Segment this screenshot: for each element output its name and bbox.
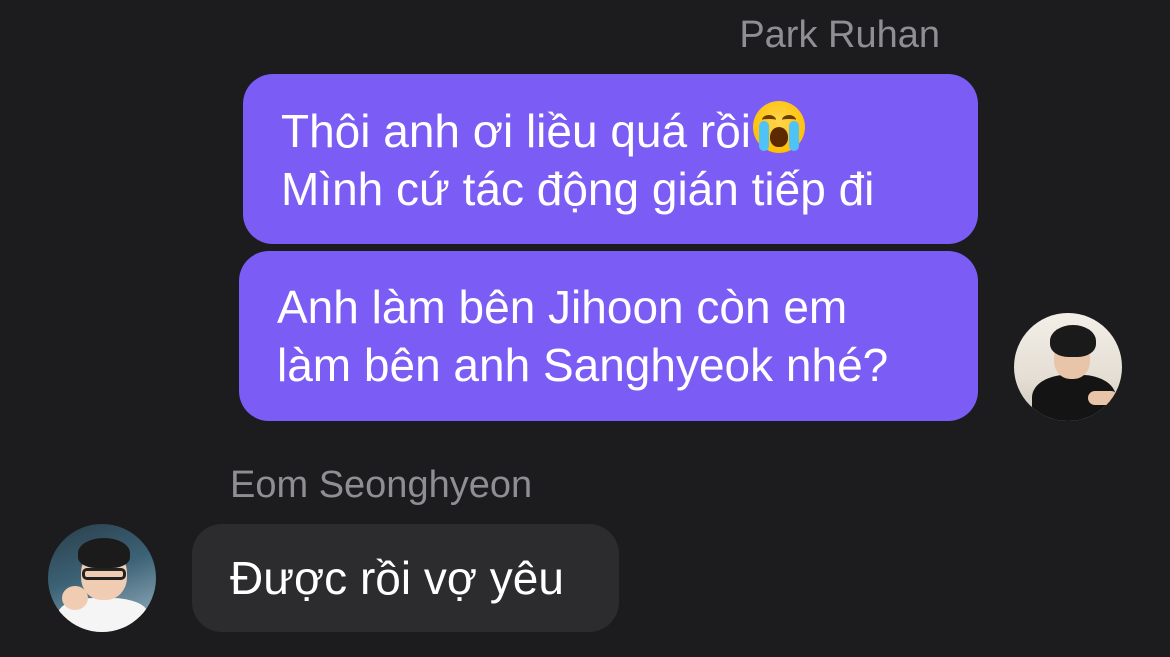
avatar-park-ruhan[interactable]	[1014, 313, 1122, 421]
message-text: Thôi anh ơi liều quá rồi	[281, 105, 751, 157]
loudly-crying-face-icon	[753, 101, 805, 153]
sender-name-eom-seonghyeon: Eom Seonghyeon	[230, 464, 533, 506]
message-text: Anh làm bên Jihoon còn em	[277, 281, 848, 333]
chat-thread: Park Ruhan Thôi anh ơi liều quá rồi Mình…	[0, 0, 1170, 657]
message-text: Được rồi vợ yêu	[230, 552, 564, 604]
avatar-eom-seonghyeon[interactable]	[48, 524, 156, 632]
sender-name-park-ruhan: Park Ruhan	[739, 14, 940, 56]
message-bubble-incoming[interactable]: Được rồi vợ yêu	[192, 524, 619, 632]
message-text: Mình cứ tác động gián tiếp đi	[281, 163, 875, 215]
message-text: làm bên anh Sanghyeok nhé?	[277, 339, 889, 391]
message-bubble-outgoing[interactable]: Anh làm bên Jihoon còn em làm bên anh Sa…	[239, 251, 978, 421]
message-bubble-outgoing[interactable]: Thôi anh ơi liều quá rồi Mình cứ tác độn…	[243, 74, 978, 244]
